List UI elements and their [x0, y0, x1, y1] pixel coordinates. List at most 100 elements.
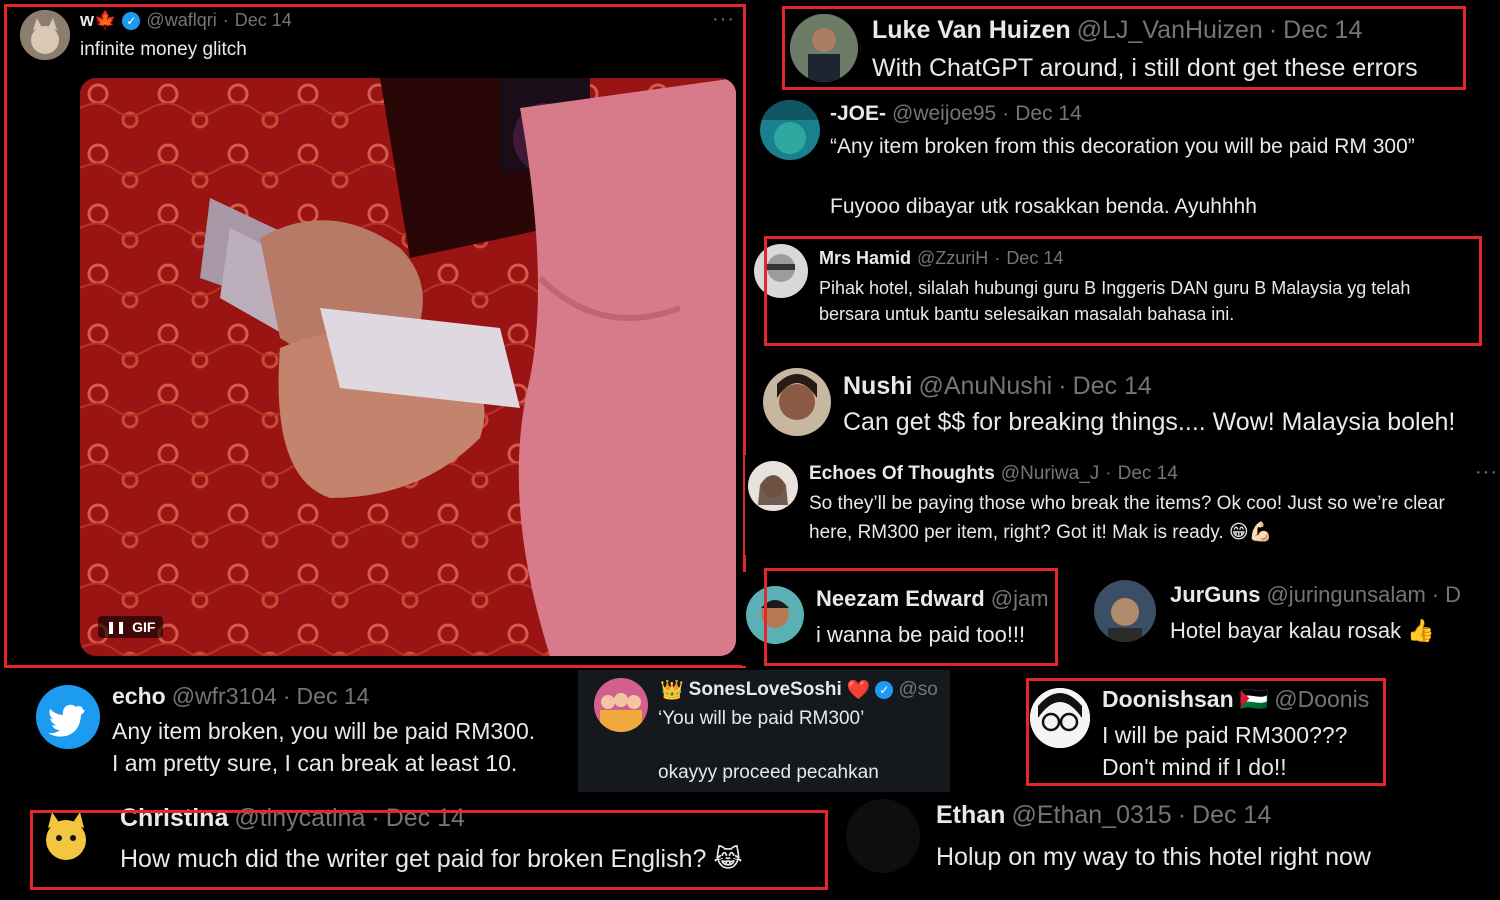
avatar[interactable] [754, 244, 808, 298]
more-options-icon[interactable]: ··· [1475, 461, 1498, 484]
avatar[interactable] [1030, 688, 1090, 748]
reply-echo[interactable]: echo @wfr3104 · Dec 14 Any item broken, … [20, 675, 580, 785]
author-handle[interactable]: @Doonis [1274, 686, 1369, 713]
author-handle[interactable]: @weijoe95 [892, 102, 996, 126]
heart-icon: ❤️ [846, 680, 871, 701]
main-tweet[interactable]: w🍁 ✓ @waflqri · Dec 14 ··· infinite mone… [0, 0, 748, 668]
avatar[interactable] [846, 799, 920, 873]
avatar[interactable] [746, 586, 804, 644]
tweet-text-line1: Any item broken, you will be paid RM300. [112, 718, 536, 744]
separator: · [1002, 102, 1010, 125]
tweet-date[interactable]: Dec 14 [297, 683, 370, 710]
author-handle[interactable]: @Nuriwa_J [1001, 463, 1099, 485]
author-handle[interactable]: @jam [991, 586, 1049, 612]
reply-joe[interactable]: -JOE- @weijoe95 · Dec 14 “Any item broke… [755, 96, 1500, 230]
gif-image [80, 78, 736, 656]
author-name[interactable]: Luke Van Huizen [872, 16, 1071, 45]
separator: · [371, 806, 380, 832]
author-handle[interactable]: @Ethan_0315 [1011, 801, 1171, 830]
separator: · [1431, 582, 1440, 607]
gif-controls: ❚❚ GIF [98, 616, 164, 638]
reply-doonishsan[interactable]: Doonishsan 🇵🇸 @Doonis I will be paid RM3… [1026, 678, 1386, 786]
tweet-text-line2: here, RM300 per item, right? Got it! Mak… [809, 522, 1273, 543]
author-name[interactable]: w🍁 [80, 10, 116, 31]
sketch-avatar-icon [754, 244, 808, 298]
tweet-text: How much did the writer get paid for bro… [120, 845, 743, 873]
author-name[interactable]: Neezam Edward [816, 586, 985, 612]
verified-icon: ✓ [875, 681, 894, 699]
cat-avatar-icon [20, 10, 70, 60]
tweet-text: Holup on my way to this hotel right now [936, 843, 1371, 871]
author-handle[interactable]: @juringunsalam [1266, 582, 1425, 608]
author-name[interactable]: Christina [120, 806, 228, 833]
reply-ethan[interactable]: Ethan @Ethan_0315 · Dec 14 Holup on my w… [840, 795, 1500, 895]
tweet-date[interactable]: Dec 14 [1283, 16, 1362, 45]
tweet-text-line1: “Any item broken from this decoration yo… [830, 135, 1415, 158]
avatar[interactable] [34, 806, 98, 870]
twitter-bird-icon [48, 704, 85, 737]
tweet-date[interactable]: Dec 14 [1073, 372, 1152, 401]
crown-icon: 👑 [660, 680, 684, 701]
reply-jurguns[interactable]: JurGuns @juringunsalam · D Hotel bayar k… [1090, 572, 1500, 666]
avatar[interactable] [1094, 580, 1156, 642]
avatar[interactable] [36, 685, 100, 749]
cat-avatar-icon [34, 806, 98, 870]
reply-echoes[interactable]: Echoes Of Thoughts @Nuriwa_J · Dec 14 ··… [745, 455, 1500, 555]
tweet-text: With ChatGPT around, i still dont get th… [872, 54, 1418, 82]
reply-luke[interactable]: Luke Van Huizen @LJ_VanHuizen · Dec 14 W… [782, 6, 1466, 90]
tweet-text: Hotel bayar kalau rosak 👍 [1170, 618, 1435, 643]
tweet-text-line2: I am pretty sure, I can break at least 1… [112, 750, 518, 776]
author-name[interactable]: Nushi [843, 372, 912, 401]
author-handle[interactable]: @tinycatina [234, 806, 365, 833]
more-options-icon[interactable]: ··· [712, 8, 735, 31]
tweet-date[interactable]: Dec 14 [235, 10, 292, 31]
pause-icon[interactable]: ❚❚ [106, 620, 126, 634]
gif-badge: GIF [132, 619, 156, 635]
woman-avatar-icon [763, 368, 831, 436]
avatar[interactable] [594, 678, 648, 732]
reply-sonesloveshi[interactable]: 👑 SonesLoveSoshi ❤️ ✓ @so ‘You will be p… [578, 670, 950, 792]
author-name[interactable]: -JOE- [830, 102, 886, 126]
author-handle[interactable]: @so [898, 679, 937, 701]
separator: · [282, 683, 291, 709]
author-name[interactable]: Doonishsan [1102, 686, 1234, 713]
tweet-text-line2: Fuyooo dibayar utk rosakkan benda. Ayuhh… [830, 195, 1257, 218]
separator: · [1058, 372, 1067, 400]
avatar[interactable] [790, 14, 858, 82]
tweet-date[interactable]: Dec 14 [1192, 801, 1271, 830]
tweet-date[interactable]: Dec 14 [1006, 248, 1063, 269]
author-handle[interactable]: @AnuNushi [918, 372, 1052, 401]
reply-christina[interactable]: Christina @tinycatina · Dec 14 How much … [30, 806, 828, 890]
tweet-date[interactable]: Dec 14 [1118, 463, 1178, 485]
author-handle[interactable]: @waflqri [146, 10, 216, 31]
tweet-text-line1: ‘You will be paid RM300’ [658, 708, 865, 729]
flag-icon: 🇵🇸 [1239, 686, 1269, 712]
person-avatar-icon [790, 14, 858, 82]
tweet-text: infinite money glitch [80, 39, 247, 60]
author-handle[interactable]: @LJ_VanHuizen [1077, 16, 1263, 45]
ocean-avatar-icon [760, 100, 820, 160]
author-handle[interactable]: @ZzuriH [917, 248, 988, 269]
tweet-text-line2: bersara untuk bantu selesaikan masalah b… [819, 304, 1235, 324]
reply-mrs-hamid[interactable]: Mrs Hamid @ZzuriH · Dec 14 Pihak hotel, … [754, 236, 1482, 346]
woman-avatar-icon [748, 461, 798, 511]
avatar[interactable] [748, 461, 798, 511]
gif-media[interactable]: ❚❚ GIF [80, 78, 736, 656]
avatar[interactable] [20, 10, 70, 60]
author-name[interactable]: SonesLoveSoshi [689, 679, 842, 701]
tweet-date[interactable]: Dec 14 [1015, 102, 1082, 126]
tweet-date[interactable]: Dec 14 [386, 806, 465, 833]
author-name[interactable]: Ethan [936, 801, 1005, 830]
author-name[interactable]: Echoes Of Thoughts [809, 463, 995, 485]
author-handle[interactable]: @wfr3104 [172, 683, 277, 710]
separator: · [994, 248, 1001, 268]
tweet-date[interactable]: D [1445, 582, 1461, 608]
author-name[interactable]: Mrs Hamid [819, 248, 911, 269]
man-avatar-icon [746, 586, 804, 644]
author-name[interactable]: JurGuns [1170, 582, 1260, 608]
reply-nushi[interactable]: Nushi @AnuNushi · Dec 14 Can get $$ for … [760, 362, 1500, 442]
avatar[interactable] [763, 368, 831, 436]
author-name[interactable]: echo [112, 683, 166, 710]
avatar[interactable] [760, 100, 820, 160]
reply-neezam[interactable]: Neezam Edward @jam i wanna be paid too!!… [742, 572, 1058, 666]
